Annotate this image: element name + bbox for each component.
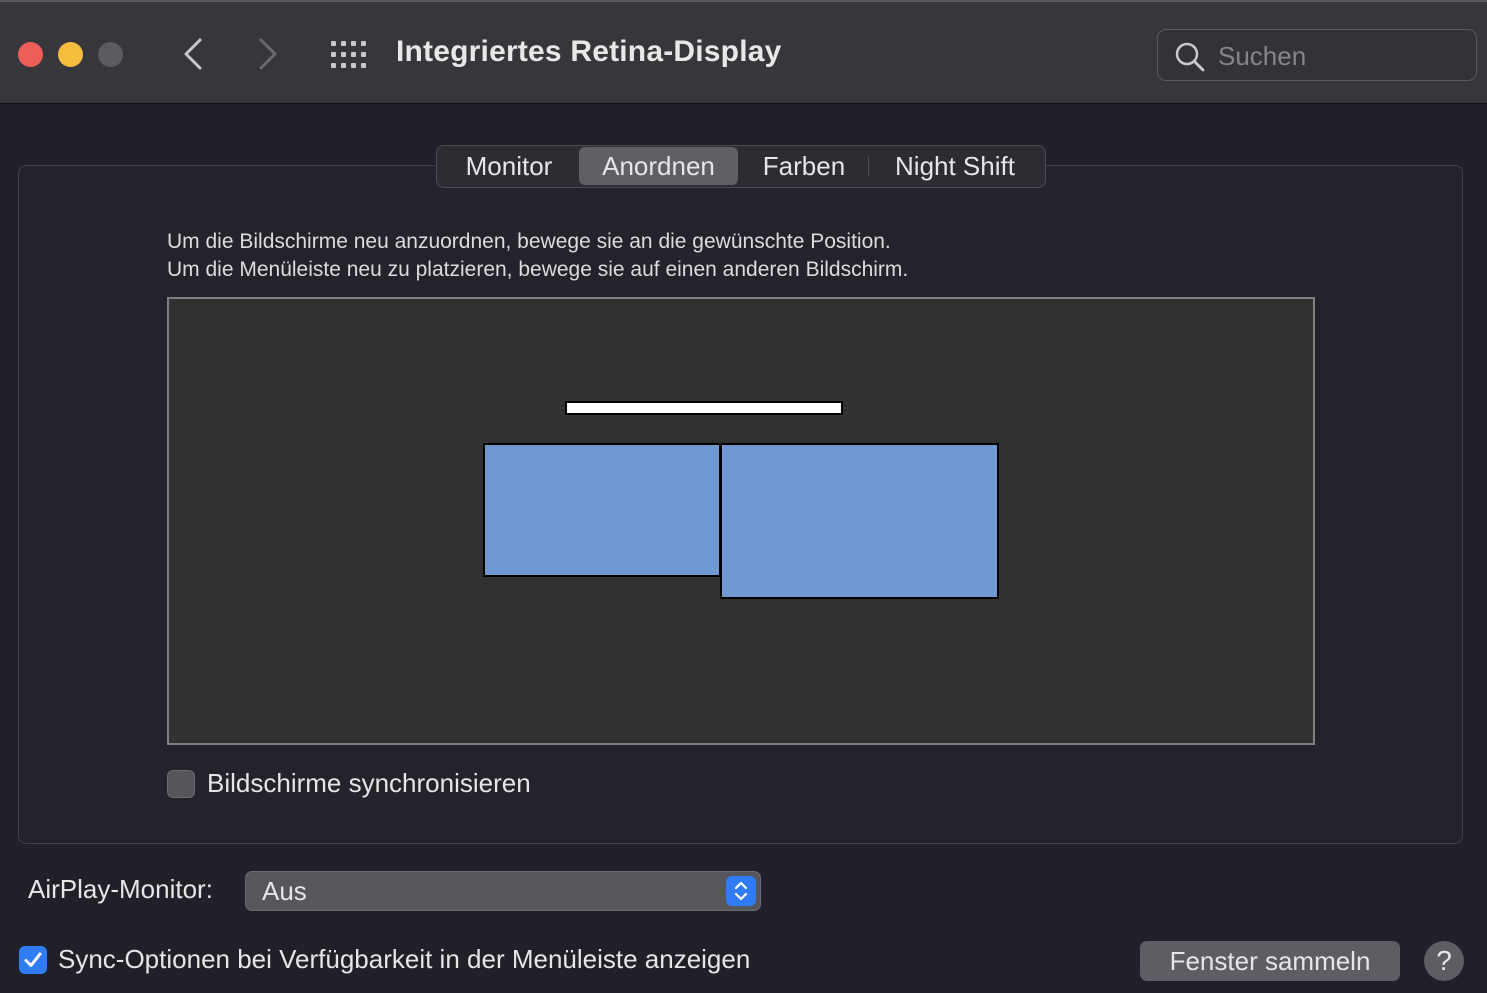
sync-options-checkbox[interactable] bbox=[19, 946, 47, 974]
updown-chevron-icon bbox=[734, 881, 748, 901]
show-all-grid-button[interactable] bbox=[330, 40, 368, 70]
system-preferences-window: Integriertes Retina-Display Monitor Anor… bbox=[0, 0, 1487, 993]
sync-options-label[interactable]: Sync-Optionen bei Verfügbarkeit in der M… bbox=[58, 944, 750, 975]
airplay-monitor-select[interactable]: Aus bbox=[245, 871, 761, 911]
help-button[interactable]: ? bbox=[1424, 941, 1464, 981]
display-1[interactable] bbox=[483, 443, 721, 577]
tab-farben[interactable]: Farben bbox=[742, 147, 866, 185]
arrange-instruction-1: Um die Bildschirme neu anzuordnen, beweg… bbox=[167, 230, 891, 253]
tab-night-shift[interactable]: Night Shift bbox=[871, 147, 1039, 185]
arrange-instruction-2: Um die Menüleiste neu zu platzieren, bew… bbox=[167, 258, 909, 281]
grid-icon bbox=[331, 41, 366, 68]
forward-button[interactable] bbox=[247, 34, 287, 74]
window-title: Integriertes Retina-Display bbox=[396, 35, 782, 68]
airplay-monitor-value: Aus bbox=[262, 876, 307, 906]
search-icon bbox=[1175, 42, 1205, 72]
menu-bar-handle[interactable] bbox=[565, 401, 843, 415]
chevron-left-icon bbox=[184, 38, 202, 70]
zoom-window-button[interactable] bbox=[98, 42, 123, 67]
tab-separator bbox=[868, 156, 869, 176]
titlebar: Integriertes Retina-Display bbox=[0, 0, 1487, 104]
search-input[interactable] bbox=[1216, 38, 1460, 74]
airplay-monitor-label: AirPlay-Monitor: bbox=[28, 874, 213, 904]
display-2[interactable] bbox=[720, 443, 999, 599]
minimize-window-button[interactable] bbox=[58, 42, 83, 67]
select-stepper bbox=[726, 876, 756, 906]
mirror-displays-label[interactable]: Bildschirme synchronisieren bbox=[207, 768, 531, 799]
tab-anordnen[interactable]: Anordnen bbox=[579, 147, 738, 185]
checkmark-icon bbox=[24, 952, 42, 967]
back-button[interactable] bbox=[174, 34, 214, 74]
chevron-right-icon bbox=[259, 38, 277, 70]
tab-bar: Monitor Anordnen Farben Night Shift bbox=[436, 145, 1046, 188]
mirror-displays-checkbox[interactable] bbox=[167, 770, 195, 798]
tab-monitor[interactable]: Monitor bbox=[443, 147, 575, 185]
search-field[interactable] bbox=[1157, 29, 1477, 81]
gather-windows-button[interactable]: Fenster sammeln bbox=[1140, 941, 1400, 981]
close-window-button[interactable] bbox=[18, 42, 43, 67]
